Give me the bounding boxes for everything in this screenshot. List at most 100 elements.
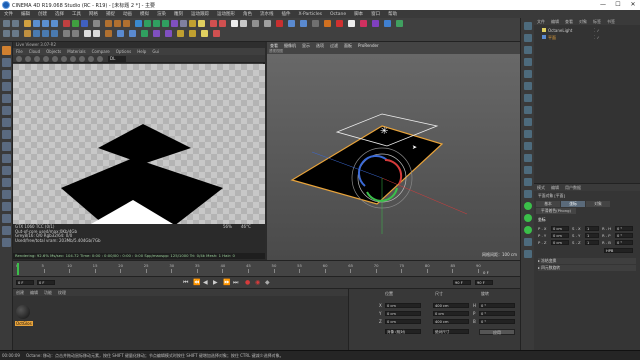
- soft-selection-icon[interactable]: [2, 166, 11, 175]
- save-image-icon[interactable]: [97, 56, 103, 62]
- green-gear-icon-3[interactable]: [524, 226, 532, 234]
- row2-tool-10-icon[interactable]: [93, 30, 100, 37]
- light-icon[interactable]: [198, 20, 205, 27]
- material-name-label[interactable]: OctGlos: [15, 321, 33, 326]
- lv-menu-help[interactable]: Help: [134, 48, 149, 54]
- am-menu-userdata[interactable]: 用户数据: [562, 184, 584, 191]
- lv-menu-objects[interactable]: Objects: [43, 48, 64, 54]
- visibility-dots-icon[interactable]: ⁚ ✓: [594, 28, 600, 33]
- edges-mode-icon[interactable]: [2, 106, 11, 115]
- plugin-e-icon[interactable]: [396, 20, 403, 27]
- restart-render-icon[interactable]: [25, 56, 31, 62]
- keyframe-selection-icon[interactable]: ◆: [265, 279, 270, 286]
- lv-menu-materials[interactable]: Materials: [64, 48, 88, 54]
- pz-field[interactable]: 0 cm: [551, 240, 569, 245]
- object-row-plane[interactable]: 平面: [542, 35, 556, 41]
- subdivision-icon[interactable]: [153, 20, 160, 27]
- row2-tool-17-icon[interactable]: [177, 30, 184, 37]
- menu-file[interactable]: 文件: [0, 10, 17, 17]
- row2-tool-9-icon[interactable]: [84, 30, 91, 37]
- am-menu-mode[interactable]: 模式: [534, 184, 548, 191]
- y-axis-icon[interactable]: [72, 20, 79, 27]
- octane-settings-icon[interactable]: [240, 20, 247, 27]
- lv-menu-file[interactable]: File: [13, 48, 26, 54]
- rh-field[interactable]: 0 °: [615, 226, 633, 231]
- goto-end-icon[interactable]: ⏭: [233, 279, 238, 287]
- strip-icon-13[interactable]: [524, 166, 532, 174]
- vp-menu-cameras[interactable]: 摄像机: [281, 42, 299, 49]
- undo-icon[interactable]: [3, 20, 10, 27]
- tab-basic[interactable]: 基本: [536, 201, 560, 207]
- strip-icon-3[interactable]: [524, 46, 532, 54]
- autokey-icon[interactable]: ◉: [255, 279, 260, 286]
- strip-icon-2[interactable]: [524, 34, 532, 42]
- row2-tool-18-icon[interactable]: [189, 30, 196, 37]
- freeze-transform-section[interactable]: ▸ 冻结变换: [538, 258, 636, 264]
- current-frame-field[interactable]: 0 F: [37, 280, 55, 285]
- row2-tool-16-icon[interactable]: [165, 30, 172, 37]
- strip-icon-6[interactable]: [524, 82, 532, 90]
- plugin-d-icon[interactable]: [384, 20, 391, 27]
- om-menu-view[interactable]: 查看: [562, 18, 576, 25]
- strip-icon-5[interactable]: [524, 70, 532, 78]
- menu-octane[interactable]: Octane: [326, 11, 350, 17]
- stop-render-icon[interactable]: [43, 56, 49, 62]
- floor-icon[interactable]: [180, 20, 187, 27]
- knife-icon[interactable]: [2, 238, 11, 247]
- record-icon[interactable]: ●: [245, 279, 250, 286]
- menu-mograph[interactable]: 运动图形: [213, 10, 239, 17]
- rp-field[interactable]: 0 °: [615, 233, 633, 238]
- render-mode-select[interactable]: DL: [108, 56, 126, 62]
- rotate-icon[interactable]: [51, 20, 58, 27]
- strip-icon-11[interactable]: [524, 142, 532, 150]
- om-menu-file[interactable]: 文件: [534, 18, 548, 25]
- tab-coordinates[interactable]: 坐标: [561, 201, 585, 207]
- octane-object-tag-icon[interactable]: [312, 20, 319, 27]
- strip-icon-15[interactable]: [524, 190, 532, 198]
- play-backward-icon[interactable]: ◀: [203, 279, 208, 286]
- row2-tool-15-icon[interactable]: [153, 30, 160, 37]
- planar-workplane-icon[interactable]: [2, 190, 11, 199]
- strip-icon-7[interactable]: [524, 94, 532, 102]
- solo-icon[interactable]: [2, 202, 11, 211]
- row2-tool-1-icon[interactable]: [3, 30, 10, 37]
- vp-menu-prorender[interactable]: ProRender: [355, 42, 382, 48]
- plugin-a-icon[interactable]: [348, 20, 355, 27]
- quaternion-section[interactable]: ▸ 四元数旋转: [538, 265, 636, 271]
- deformer-icon[interactable]: [171, 20, 178, 27]
- menu-motion-tracking[interactable]: 运动跟踪: [187, 10, 213, 17]
- coordinate-system-icon[interactable]: [93, 20, 100, 27]
- menu-mesh[interactable]: 网格: [85, 10, 102, 17]
- row2-tool-13-icon[interactable]: [129, 30, 136, 37]
- row2-tool-20-icon[interactable]: [213, 30, 220, 37]
- lv-menu-gui[interactable]: Gui: [149, 48, 162, 54]
- mm-menu-texture[interactable]: 纹理: [55, 289, 69, 296]
- menu-edit[interactable]: 编辑: [17, 10, 34, 17]
- tab-object[interactable]: 对象: [586, 201, 610, 207]
- lock-workplane-icon[interactable]: [2, 178, 11, 187]
- strip-icon-4[interactable]: [524, 58, 532, 66]
- apply-button[interactable]: 应用: [479, 329, 515, 335]
- menu-render[interactable]: 渲染: [153, 10, 170, 17]
- region-render-icon[interactable]: [52, 56, 58, 62]
- play-icon[interactable]: ▶: [213, 279, 218, 286]
- menu-simulate[interactable]: 模拟: [136, 10, 153, 17]
- om-menu-edit[interactable]: 编辑: [548, 18, 562, 25]
- octane-material-icon[interactable]: [264, 20, 271, 27]
- sx-field[interactable]: 1: [585, 226, 599, 231]
- row2-tool-11-icon[interactable]: [105, 30, 112, 37]
- octane-camera-tag-icon[interactable]: [252, 20, 259, 27]
- material-preview-swatch[interactable]: [16, 305, 30, 319]
- row2-tool-6-icon[interactable]: [51, 30, 58, 37]
- sz-field[interactable]: 1: [585, 240, 599, 245]
- green-gear-icon[interactable]: [524, 202, 532, 210]
- row2-tool-19-icon[interactable]: [201, 30, 208, 37]
- mm-menu-edit[interactable]: 编辑: [27, 289, 41, 296]
- plugin-b-icon[interactable]: [360, 20, 367, 27]
- pen-icon[interactable]: [144, 20, 151, 27]
- maximize-button[interactable]: ☐: [611, 1, 625, 9]
- menu-plugins[interactable]: 插件: [278, 10, 295, 17]
- texture-mode-icon[interactable]: [2, 70, 11, 79]
- octane-scatter-icon[interactable]: [336, 20, 343, 27]
- axis-mode-icon[interactable]: [2, 130, 11, 139]
